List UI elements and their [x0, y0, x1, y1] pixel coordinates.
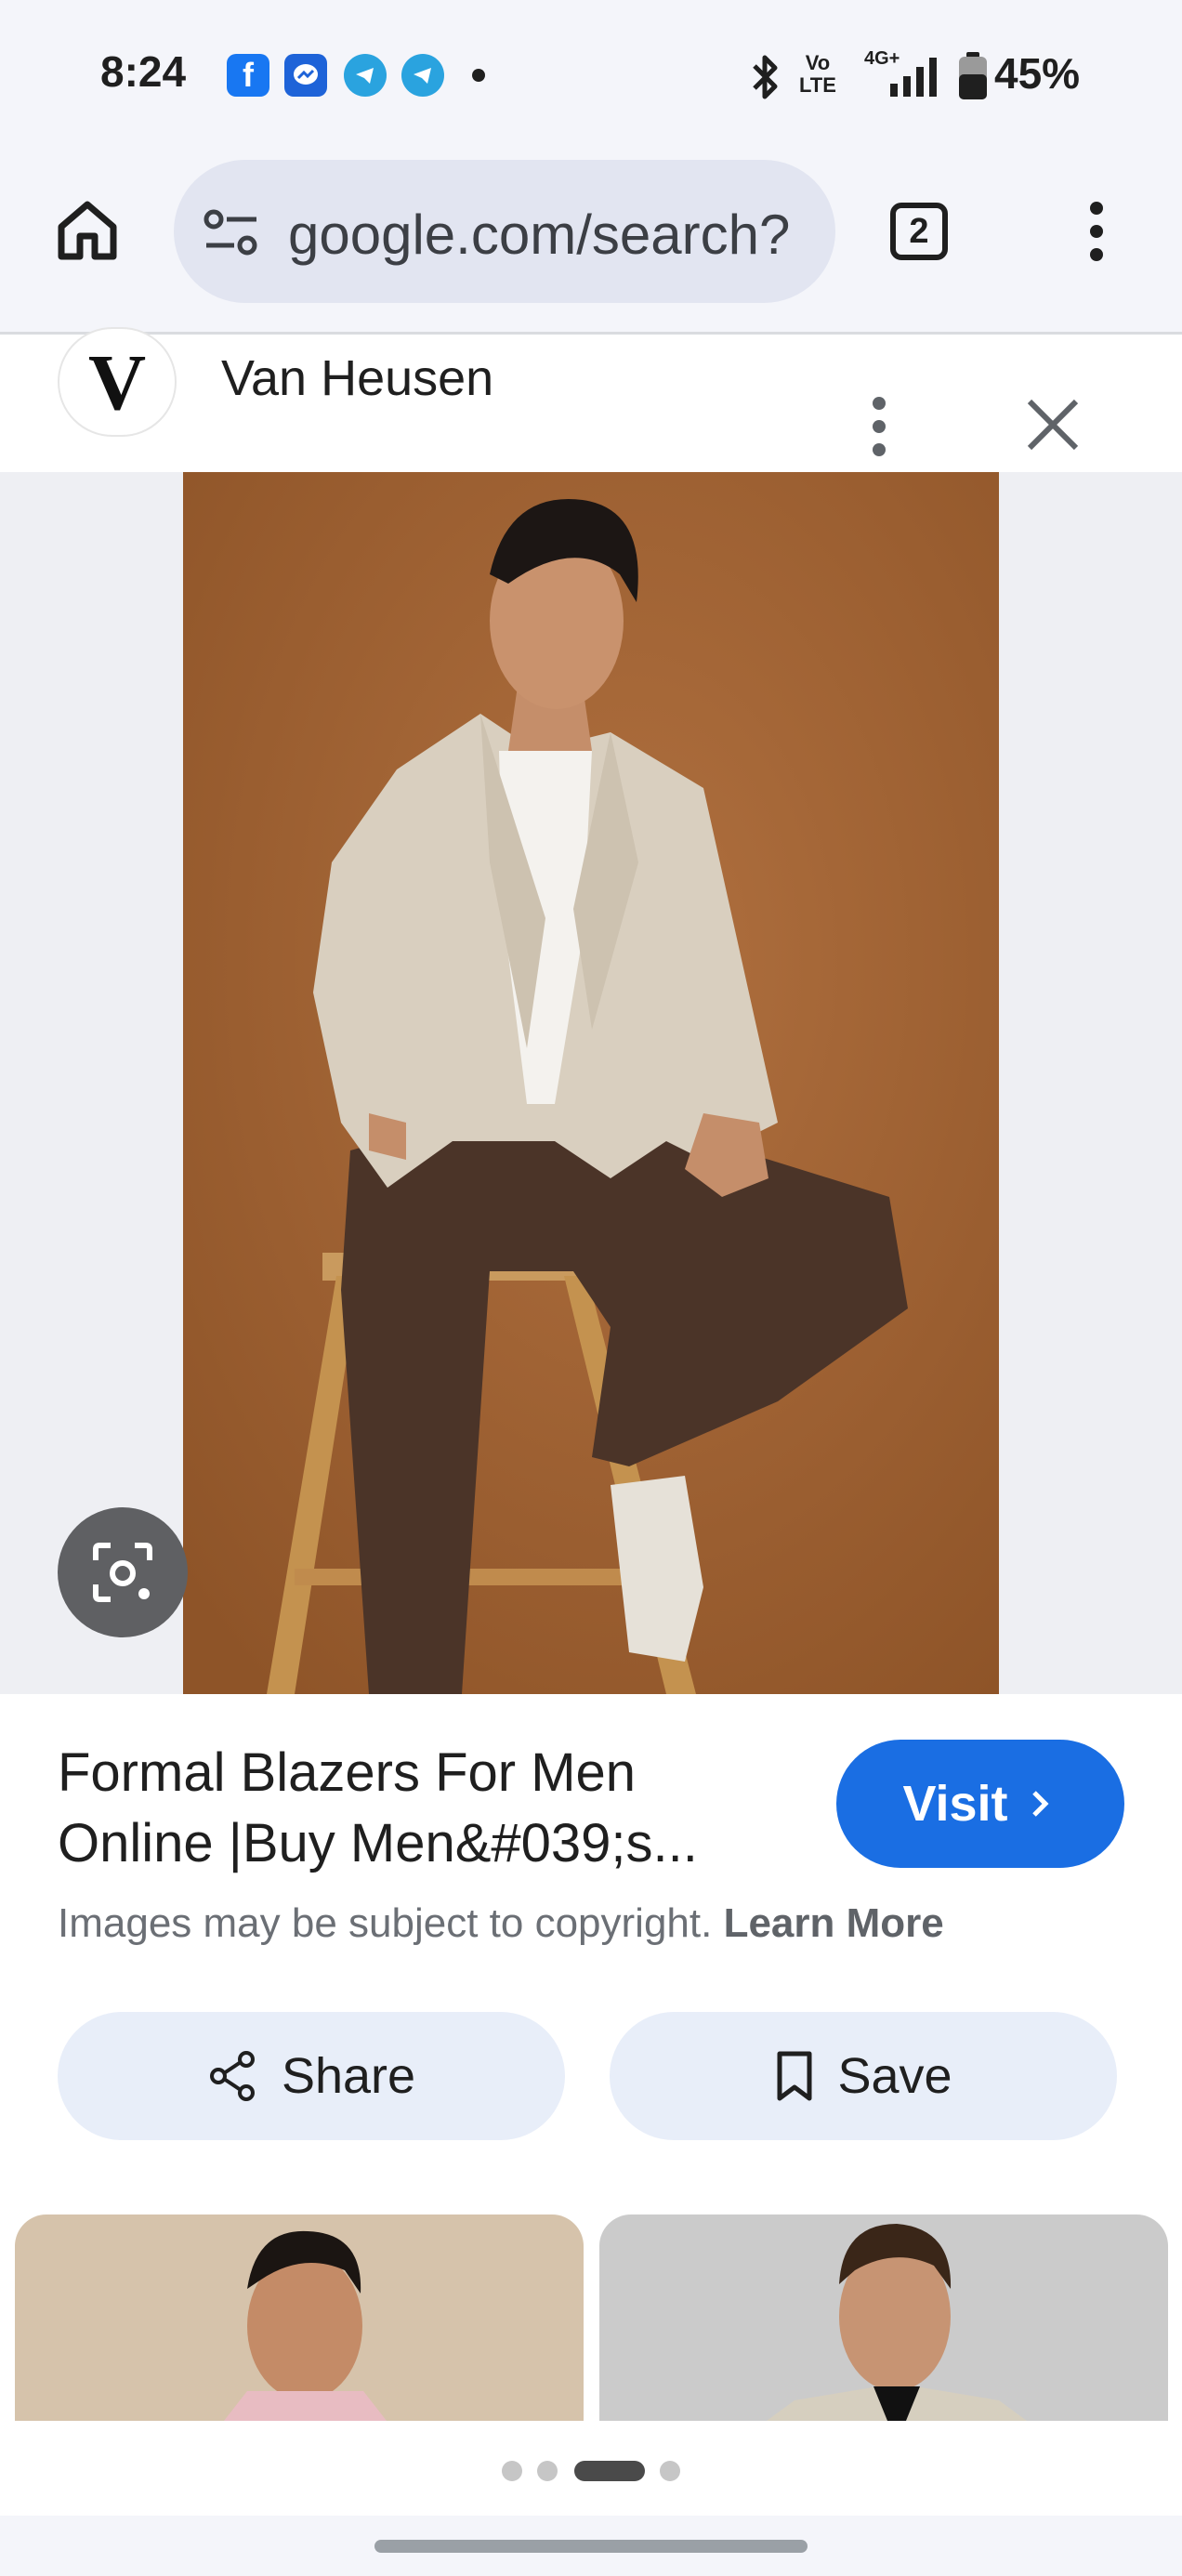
more-vert-icon[interactable] [1084, 199, 1110, 269]
related-image[interactable] [15, 2215, 584, 2421]
close-icon[interactable] [1026, 398, 1080, 456]
related-image[interactable] [599, 2215, 1168, 2421]
copyright-notice: Images may be subject to copyright. Lear… [58, 1900, 944, 1946]
bookmark-icon [777, 2051, 812, 2101]
visit-button[interactable]: Visit [836, 1740, 1124, 1868]
carousel-dot[interactable] [660, 2461, 680, 2481]
google-lens-icon [93, 1543, 152, 1602]
battery-icon [957, 52, 989, 105]
lens-search-button[interactable] [58, 1507, 188, 1637]
home-icon[interactable] [52, 195, 123, 270]
volte-icon: Vo LTE [799, 51, 836, 97]
result-title[interactable]: Formal Blazers For Men Online |Buy Men&#… [58, 1738, 782, 1879]
chevron-right-icon [1031, 1791, 1049, 1817]
tab-count: 2 [909, 211, 929, 251]
share-icon [209, 2051, 255, 2101]
url-text[interactable]: google.com/search? [288, 203, 790, 267]
visit-label: Visit [902, 1776, 1008, 1832]
carousel-dot[interactable] [537, 2461, 558, 2481]
facebook-icon: f [227, 54, 269, 97]
source-logo[interactable]: V [58, 327, 177, 437]
result-image[interactable] [183, 472, 999, 1694]
share-label: Share [281, 2048, 416, 2104]
carousel-dot-active[interactable] [574, 2461, 645, 2481]
bluetooth-icon [747, 51, 784, 108]
save-button[interactable]: Save [610, 2012, 1117, 2140]
save-label: Save [837, 2048, 952, 2104]
signal-4g-icon [888, 56, 940, 103]
source-header [0, 335, 1182, 472]
telegram-icon [344, 54, 387, 97]
source-name[interactable]: Van Heusen [221, 349, 493, 407]
carousel-dot[interactable] [502, 2461, 522, 2481]
telegram-icon [401, 54, 444, 97]
more-options-icon[interactable] [866, 394, 892, 464]
battery-percentage: 45% [994, 49, 1081, 98]
site-settings-icon[interactable] [203, 208, 260, 261]
messenger-icon [284, 54, 327, 97]
gesture-handle[interactable] [374, 2540, 808, 2553]
more-notifications-dot [472, 69, 485, 82]
learn-more-link[interactable]: Learn More [724, 1900, 944, 1946]
tab-switcher-button[interactable]: 2 [890, 203, 948, 260]
status-time: 8:24 [100, 47, 187, 96]
share-button[interactable]: Share [58, 2012, 565, 2140]
